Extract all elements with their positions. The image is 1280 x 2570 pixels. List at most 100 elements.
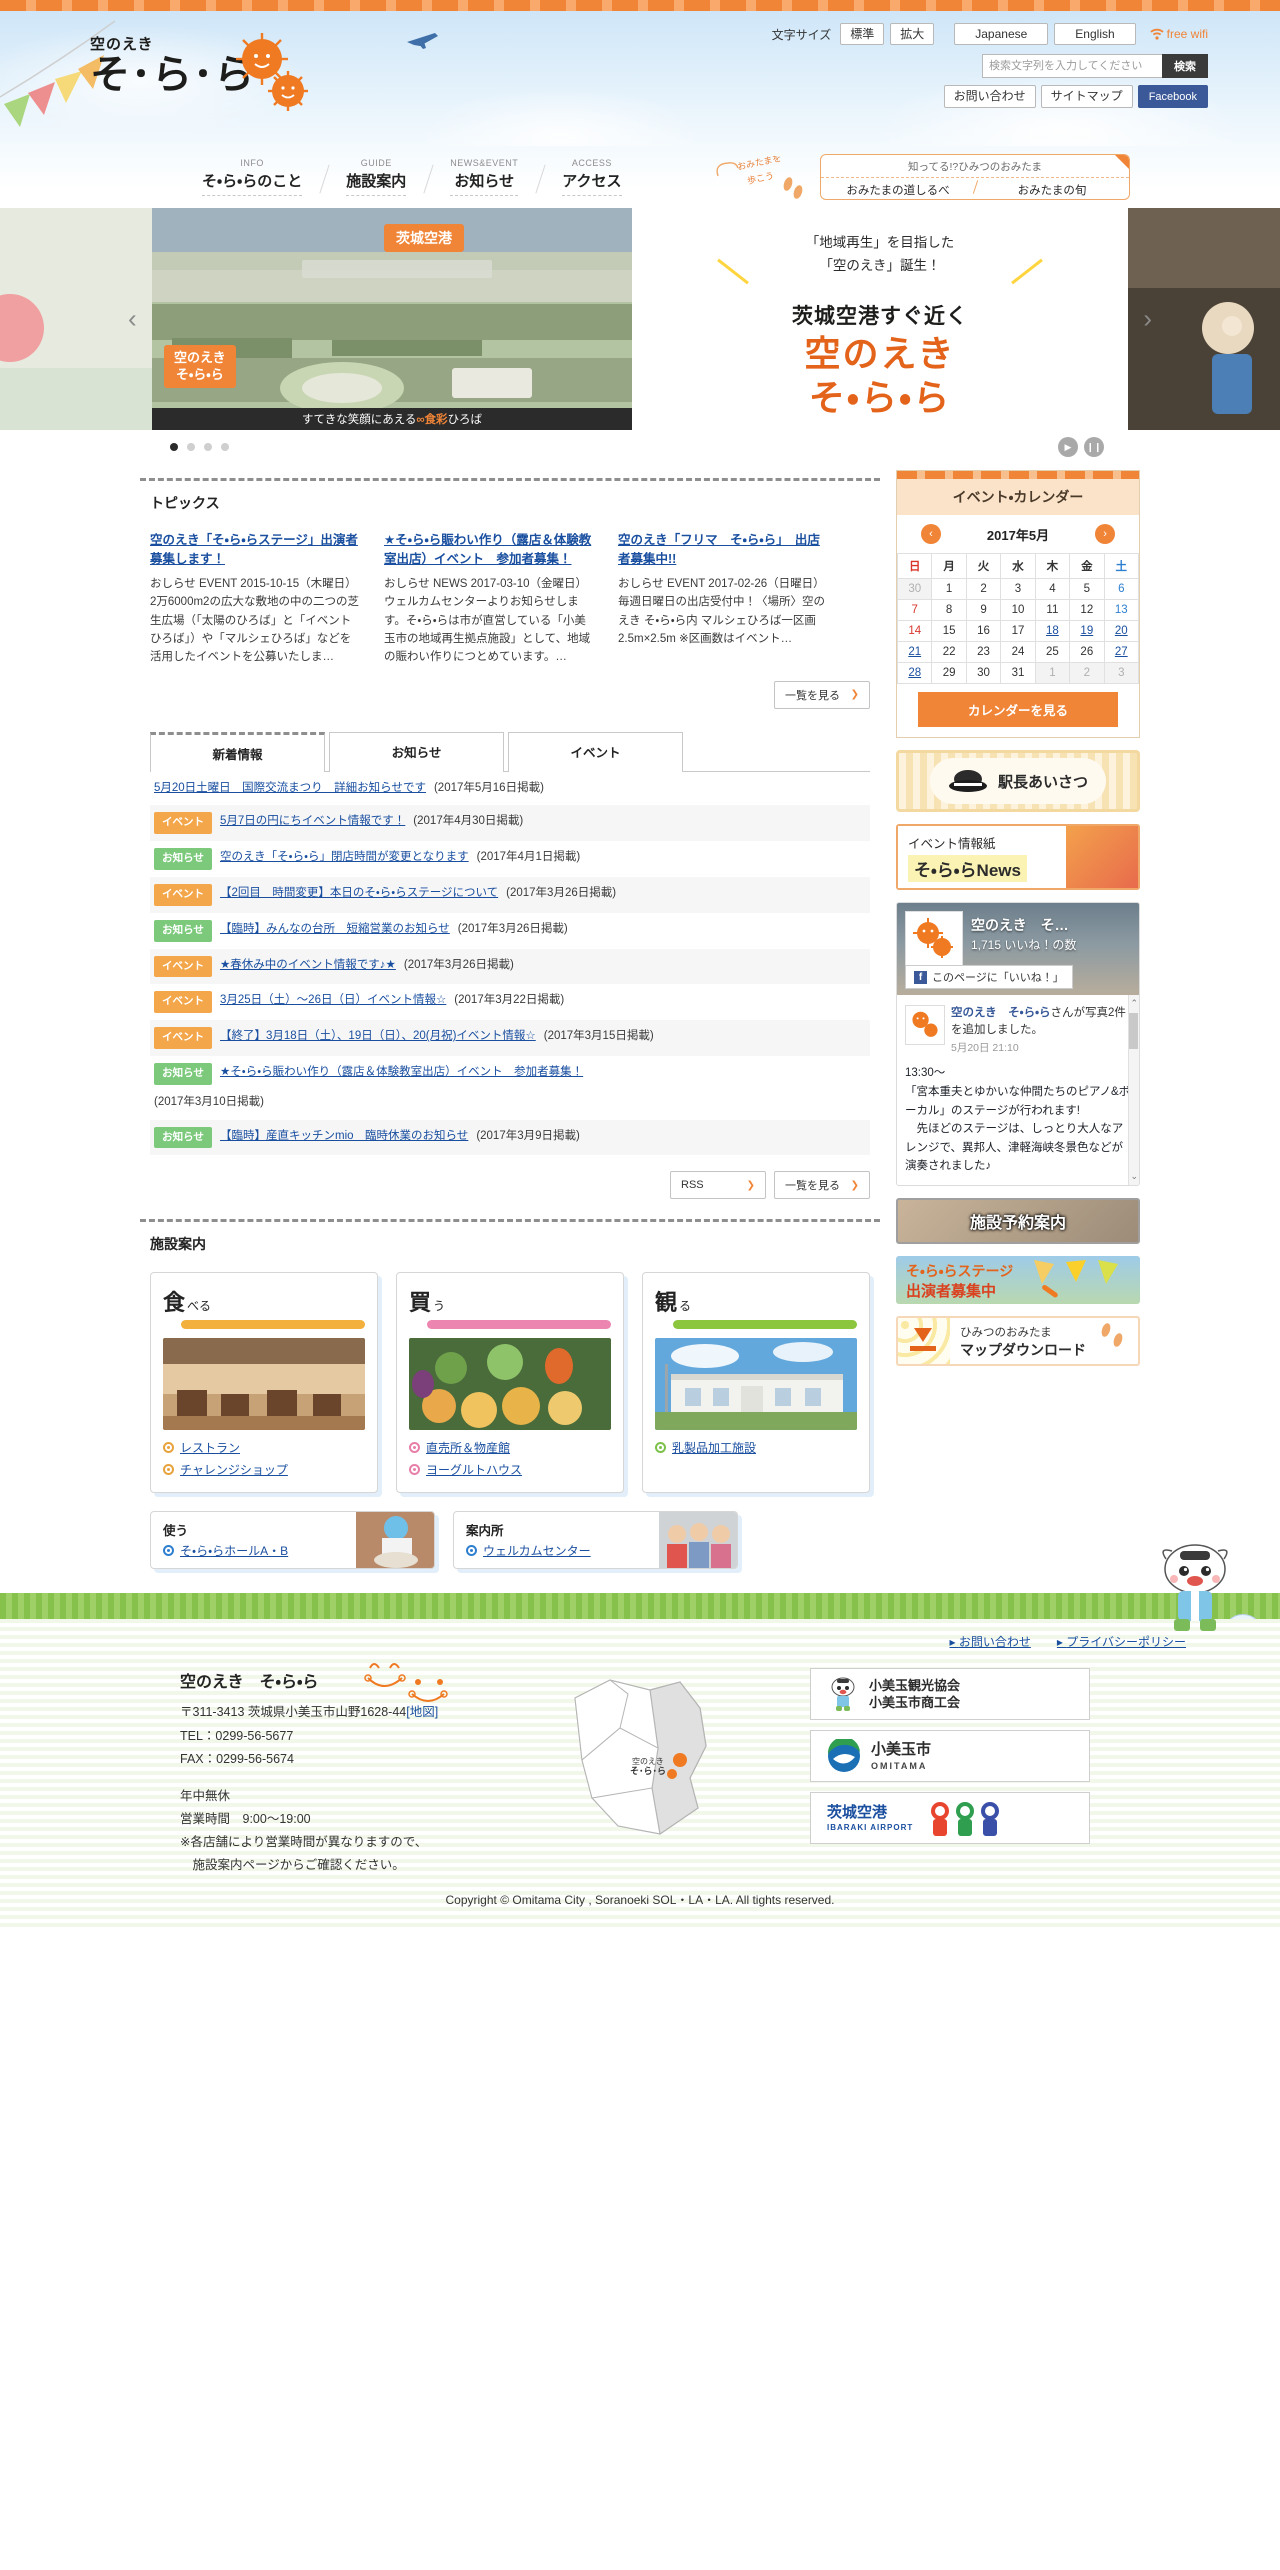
calendar-view-button[interactable]: カレンダーを見る <box>918 692 1118 727</box>
omitama-map-download-banner[interactable]: ひみつのおみたま マップダウンロード <box>896 1316 1140 1366</box>
language-japanese-button[interactable]: Japanese <box>954 23 1049 46</box>
facility-card-see[interactable]: 観 る 乳製品加工施設 <box>642 1272 870 1494</box>
facility-card-use[interactable]: 使う そ・ら・らホールA・B <box>150 1511 435 1570</box>
facility-card-information[interactable]: 案内所 ウェルカムセンター <box>453 1511 738 1570</box>
sitemap-button[interactable]: サイトマップ <box>1040 85 1133 108</box>
news-title-link[interactable]: ★春休み中のイベント情報です♪★ <box>220 956 396 976</box>
facebook-like-button[interactable]: f このページに「いいね！」 <box>905 965 1073 989</box>
site-logo[interactable]: 空のえき そ･ら･ら <box>90 33 340 128</box>
calendar-day-cell[interactable]: 18 <box>1034 620 1071 642</box>
logo-ibaraki-airport[interactable]: 茨城空港 IBARAKI AIRPORT <box>810 1792 1090 1845</box>
facility-cards: 食 べる レストラン チャレンジショップ 買 う 直売所＆物産館 ヨーグルトハウ… <box>140 1258 880 1494</box>
calendar-day-cell[interactable]: 20 <box>1103 620 1140 642</box>
news-view-all-button[interactable]: 一覧を見る ❯ <box>774 1171 870 1200</box>
news-title-link[interactable]: 3月25日（土）～26日（日）イベント情報☆ <box>220 991 446 1011</box>
calendar-day-link[interactable]: 27 <box>1115 646 1128 658</box>
language-english-button[interactable]: English <box>1054 23 1136 46</box>
logo-omitama-tourism[interactable]: 小美玉観光協会 小美玉市商工会 <box>810 1668 1090 1721</box>
nav-item-news-event[interactable]: NEWS&EVENT お知らせ <box>428 158 540 196</box>
topic-title-link[interactable]: 空のえき「フリマ そ・ら・ら」 出店者募集中!! <box>618 531 830 570</box>
calendar-next-month-button[interactable]: › <box>1095 524 1116 544</box>
sorara-news-banner[interactable]: イベント情報紙 そ・ら・らNews <box>896 824 1140 890</box>
calendar-prev-month-button[interactable]: ‹ <box>920 524 941 544</box>
omitama-michishirube-link[interactable]: おみたまの道しるべ <box>821 178 975 198</box>
facility-reservation-label: 施設予約案内 <box>969 1215 1066 1232</box>
station-master-banner[interactable]: 駅長あいさつ <box>896 750 1140 812</box>
hero-prev-arrow[interactable]: ‹ <box>128 304 137 335</box>
news-title-link[interactable]: 5月20日土曜日 国際交流まつり 詳細お知らせです <box>154 779 426 799</box>
topic-title-link[interactable]: 空のえき「そ・ら・らステージ」出演者募集します！ <box>150 531 362 570</box>
nav-item-access[interactable]: ACCESS アクセス <box>540 158 643 196</box>
scroll-up-arrow-icon[interactable]: ⌃ <box>1130 998 1138 1009</box>
scrollbar-thumb[interactable] <box>1129 1013 1138 1049</box>
facility-link-challenge-shop[interactable]: チャレンジショップ <box>163 1461 365 1478</box>
font-size-label: 文字サイズ <box>771 27 832 42</box>
calendar-day-link[interactable]: 28 <box>908 667 921 679</box>
tab-notices[interactable]: お知らせ <box>329 731 504 772</box>
facility-link-welcome-center[interactable]: ウェルカムセンター <box>466 1542 659 1559</box>
slider-pause-button[interactable]: ❙❙ <box>1084 437 1104 457</box>
calendar-day-link[interactable]: 20 <box>1115 625 1128 637</box>
slider-dot-1[interactable] <box>170 443 178 451</box>
facebook-button[interactable]: Facebook <box>1137 85 1208 108</box>
facility-link-restaurant[interactable]: レストラン <box>163 1439 365 1456</box>
omitama-shun-link[interactable]: おみたまの旬 <box>975 178 1129 198</box>
calendar-day-cell[interactable]: 21 <box>896 641 933 663</box>
facility-kana: る <box>679 1299 692 1314</box>
facility-reservation-banner[interactable]: 施設予約案内 <box>896 1198 1140 1244</box>
facility-link-sorara-hall[interactable]: そ・ら・らホールA・B <box>163 1542 356 1559</box>
facility-card-buy[interactable]: 買 う 直売所＆物産館 ヨーグルトハウス <box>396 1272 624 1494</box>
tab-events[interactable]: イベント <box>508 731 683 772</box>
topics-view-all-button[interactable]: 一覧を見る ❯ <box>774 680 870 709</box>
scroll-down-arrow-icon[interactable]: ⌄ <box>1130 1171 1138 1182</box>
slider-dot-3[interactable] <box>204 443 212 451</box>
logo-omitama-city[interactable]: 小美玉市 OMITAMA <box>810 1730 1090 1783</box>
facility-link-dairy-plant[interactable]: 乳製品加工施設 <box>655 1439 857 1456</box>
facility-link-yogurt-house[interactable]: ヨーグルトハウス <box>409 1461 611 1478</box>
nav-item-guide[interactable]: GUIDE 施設案内 <box>324 158 428 196</box>
dairy-factory-illustration <box>655 1338 857 1431</box>
news-title-link[interactable]: 空のえき「そ・ら・ら」閉店時間が変更となります <box>220 848 469 868</box>
calendar-day-link[interactable]: 18 <box>1046 625 1059 637</box>
slider-play-button[interactable]: ▶ <box>1058 437 1078 457</box>
font-size-large-button[interactable]: 拡大 <box>890 23 935 46</box>
news-title-link[interactable]: 5月7日の円にちイベント情報です！ <box>220 812 405 832</box>
facility-link-direct-sales[interactable]: 直売所＆物産館 <box>409 1439 611 1456</box>
footer-privacy-link[interactable]: ▸ プライバシーポリシー <box>1057 1633 1186 1650</box>
header-utilities: 文字サイズ 標準 拡大 Japanese English free wifi 検… <box>772 23 1208 108</box>
stage-performer-banner[interactable]: そ・ら・らステージ 出演者募集中 <box>896 1256 1140 1304</box>
news-title-link[interactable]: ★そ・ら・ら賑わい作り（露店＆体験教室出店）イベント 参加者募集！ <box>220 1063 583 1083</box>
news-title-link[interactable]: 【臨時】みんなの台所 短縮営業のお知らせ <box>220 920 450 940</box>
slider-dot-2[interactable] <box>187 443 195 451</box>
chevron-right-icon: ❯ <box>850 689 859 701</box>
nav-item-info[interactable]: INFO そ・ら・らのこと <box>180 158 324 196</box>
news-title-link[interactable]: 【臨時】産直キッチンmio 臨時休業のお知らせ <box>220 1127 468 1147</box>
footer-contact-link[interactable]: ▸ お問い合わせ <box>950 1633 1031 1650</box>
calendar-day-link[interactable]: 19 <box>1080 625 1093 637</box>
facility-card-eat[interactable]: 食 べる レストラン チャレンジショップ <box>150 1272 378 1494</box>
topic-title-link[interactable]: ★そ・ら・ら賑わい作り（露店＆体験教室出店）イベント 参加者募集！ <box>384 531 596 570</box>
calendar-body: 30 1 2 3 4 5 6 7 8 9 10 11 12 13 14 15 16 17 18 19 20 21 22 23 2… <box>896 578 1140 684</box>
calendar-day-cell[interactable]: 27 <box>1103 641 1140 663</box>
news-title-link[interactable]: 【2回目 時間変更】本日のそ・ら・らステージについて <box>220 884 498 904</box>
chevron-right-icon: ❯ <box>850 1179 859 1191</box>
calendar-day-cell: 9 <box>965 599 1002 621</box>
news-title-link[interactable]: 【終了】3月18日（土）、19日（日）、20(月祝)イベント情報☆ <box>220 1027 536 1047</box>
tab-new-info[interactable]: 新着情報 <box>150 731 325 772</box>
footer-prefecture-map[interactable]: 空のえき そ･ら･ら <box>540 1668 770 1843</box>
facebook-scrollbar[interactable]: ⌃ ⌄ <box>1128 995 1139 1185</box>
hero-next-arrow[interactable]: › <box>1143 304 1152 335</box>
rss-button[interactable]: RSS ❯ <box>670 1171 766 1200</box>
calendar-day-cell: 15 <box>931 620 967 642</box>
search-button[interactable]: 検索 <box>1162 54 1208 79</box>
calendar-day-cell[interactable]: 19 <box>1069 620 1105 642</box>
slider-dot-4[interactable] <box>221 443 229 451</box>
font-size-normal-button[interactable]: 標準 <box>840 23 885 46</box>
facebook-post-author-link[interactable]: 空のえき そ・ら・ら <box>951 1007 1050 1019</box>
calendar-day-cell[interactable]: 28 <box>896 662 933 684</box>
calendar-day-link[interactable]: 21 <box>908 646 921 658</box>
contact-button[interactable]: お問い合わせ <box>943 85 1036 108</box>
news-date: (2017年4月1日掲載) <box>476 851 581 864</box>
search-input[interactable] <box>982 54 1162 79</box>
nav-jp-label: お知らせ <box>454 173 515 190</box>
